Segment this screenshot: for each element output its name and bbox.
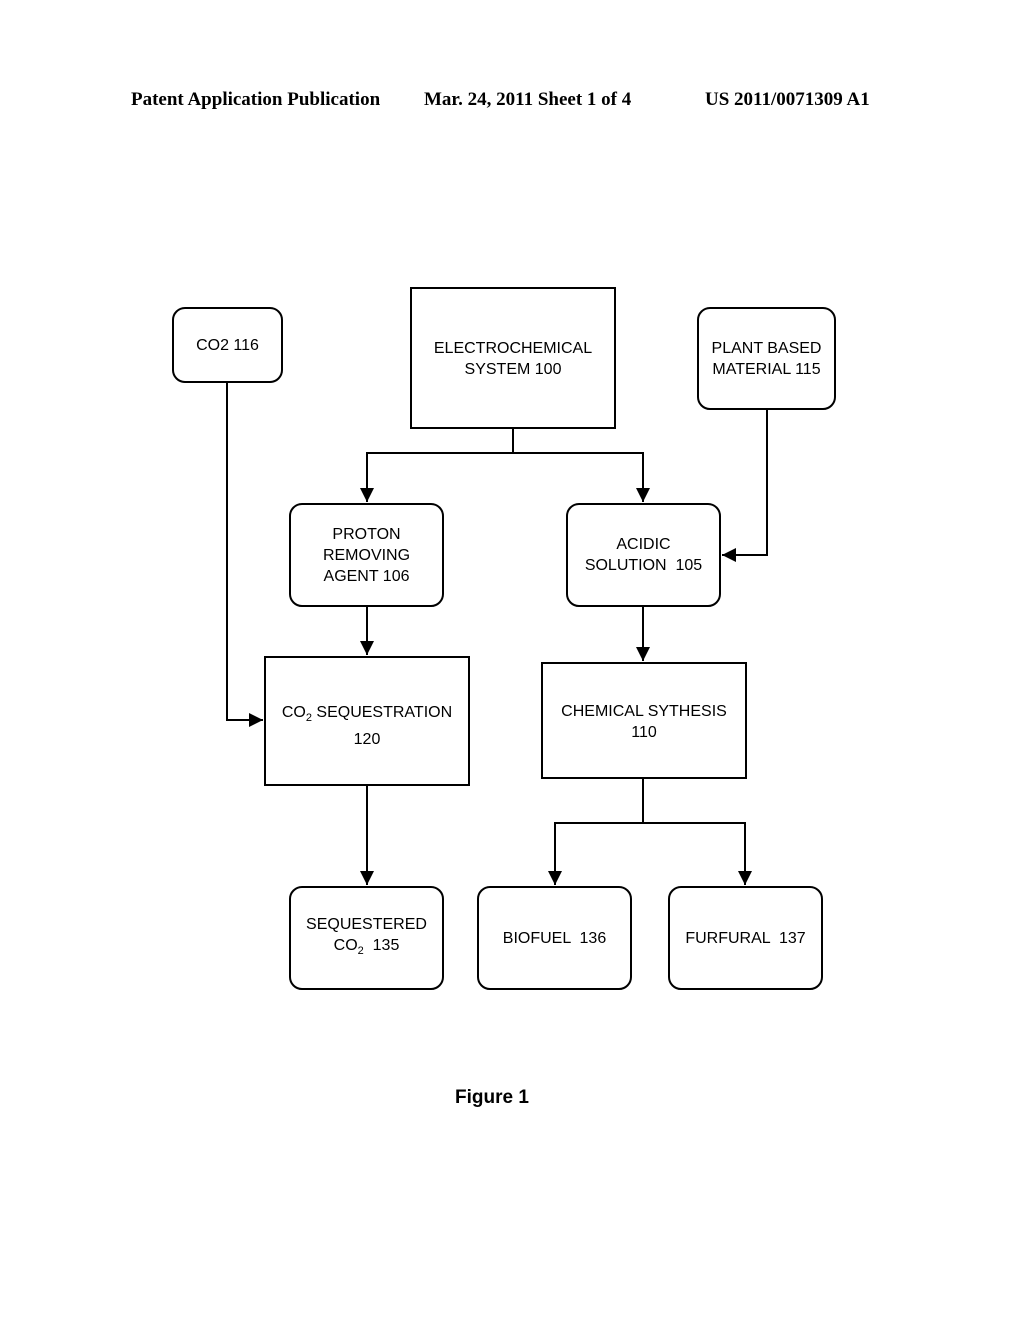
connectors [226,382,768,885]
edge-electrochemical-to-proton [360,452,513,502]
node-sequestration-label-2: 120 [353,731,381,748]
node-co2-sequestration: CO2 SEQUESTRATION 120 [264,656,470,786]
edge-co2-to-sequestration [226,382,263,727]
node-sequestered-label-1: SEQUESTERED [306,916,427,933]
node-sequestration-label-1: CO2 SEQUESTRATION [281,704,453,724]
figure-caption: Figure 1 [455,1087,529,1108]
node-co2: CO2 116 [172,307,283,383]
node-proton-label-3: AGENT 106 [323,567,410,585]
node-furfural: FURFURAL 137 [668,886,823,990]
node-electrochemical-label-2: SYSTEM 100 [464,361,562,378]
node-co2-label: CO2 116 [196,337,259,354]
node-synthesis-label-1: CHEMICAL SYTHESIS [561,703,727,720]
node-proton-removing-agent: PROTON REMOVING AGENT 106 [289,503,444,607]
node-acidic-label-2: SOLUTION 105 [584,557,703,574]
node-chemical-synthesis: CHEMICAL SYTHESIS 110 [541,662,747,779]
node-biofuel: BIOFUEL 136 [477,886,632,990]
node-sequestered-label-2: CO2 135 [333,937,400,957]
node-electrochemical-label-1: ELECTROCHEMICAL [433,340,593,357]
node-synthesis-label-2: 110 [631,724,657,741]
node-furfural-label: FURFURAL 137 [685,929,806,947]
edge-plant-to-acidic [722,409,768,562]
node-proton-label-1: PROTON [332,525,401,543]
node-sequestered-co2: SEQUESTERED CO2 135 [289,886,444,990]
node-plant-label-1: PLANT BASED [711,340,822,357]
node-plant-based-material: PLANT BASED MATERIAL 115 [697,307,836,410]
node-biofuel-label: BIOFUEL 136 [502,929,607,947]
node-acidic-label-1: ACIDIC [616,536,671,553]
node-electrochemical-system: ELECTROCHEMICAL SYSTEM 100 [410,287,616,429]
node-acidic-solution: ACIDIC SOLUTION 105 [566,503,721,607]
edge-synthesis-to-biofuel [548,822,643,885]
node-proton-label-2: REMOVING [322,546,411,564]
edge-synthesis-to-furfural [643,822,752,885]
edge-electrochemical-to-acidic [513,452,650,502]
node-plant-label-2: MATERIAL 115 [712,361,821,378]
